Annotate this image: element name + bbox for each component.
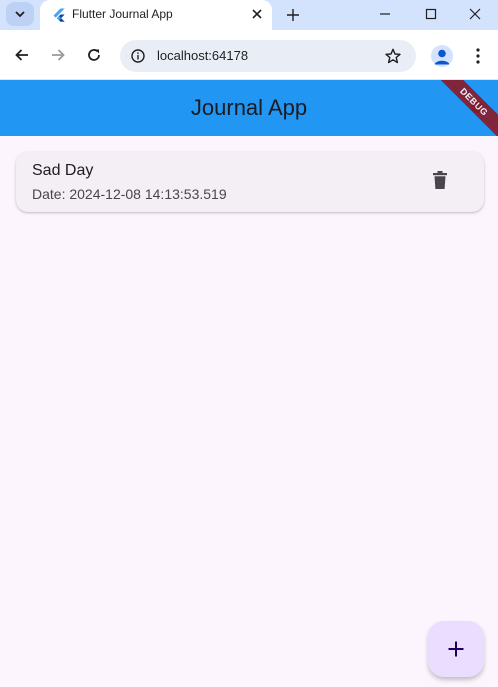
new-tab-button[interactable]: [282, 4, 304, 26]
site-info-icon: [131, 49, 145, 63]
minimize-button[interactable]: [362, 0, 408, 28]
app-bar: Journal App DEBUG: [0, 80, 498, 136]
minimize-icon: [380, 13, 390, 15]
journal-entry-card[interactable]: Sad Day Date: 2024-12-08 14:13:53.519: [16, 152, 484, 212]
profile-icon: [434, 49, 450, 65]
maximize-icon: [425, 8, 437, 20]
back-button[interactable]: [10, 43, 34, 67]
entry-date: Date: 2024-12-08 14:13:53.519: [32, 186, 227, 202]
browser-toolbar: localhost:64178: [0, 30, 498, 80]
plus-icon: [287, 9, 299, 21]
tab-close-button[interactable]: [248, 5, 266, 23]
add-entry-fab[interactable]: [428, 621, 484, 677]
browser-tab-strip: Flutter Journal App: [0, 0, 498, 30]
tab-title: Flutter Journal App: [72, 7, 173, 21]
tab-search-button[interactable]: [6, 2, 34, 26]
reload-button[interactable]: [82, 43, 106, 67]
window-close-icon: [469, 8, 481, 20]
chevron-down-icon: [15, 11, 25, 18]
back-icon: [15, 49, 28, 61]
window-close-button[interactable]: [452, 0, 498, 28]
close-icon: [252, 9, 262, 19]
app-title: Journal App: [190, 95, 308, 120]
forward-icon: [52, 49, 65, 61]
trash-icon: [433, 171, 447, 189]
plus-icon: [448, 641, 464, 657]
flutter-logo-icon: [53, 8, 65, 22]
forward-button[interactable]: [46, 43, 70, 67]
site-info-button[interactable]: [128, 46, 148, 66]
maximize-button[interactable]: [408, 0, 454, 28]
browser-menu-button[interactable]: [468, 44, 488, 68]
bookmark-button[interactable]: [382, 45, 404, 67]
browser-tab[interactable]: Flutter Journal App: [40, 0, 272, 30]
profile-button[interactable]: [431, 45, 453, 67]
bookmark-star-icon: [385, 48, 401, 64]
url-text[interactable]: localhost:64178: [157, 48, 248, 63]
delete-entry-button[interactable]: [426, 166, 454, 194]
reload-icon: [88, 49, 100, 61]
entry-title: Sad Day: [32, 162, 94, 179]
kebab-menu-icon: [476, 48, 480, 64]
address-bar[interactable]: localhost:64178: [120, 40, 416, 72]
